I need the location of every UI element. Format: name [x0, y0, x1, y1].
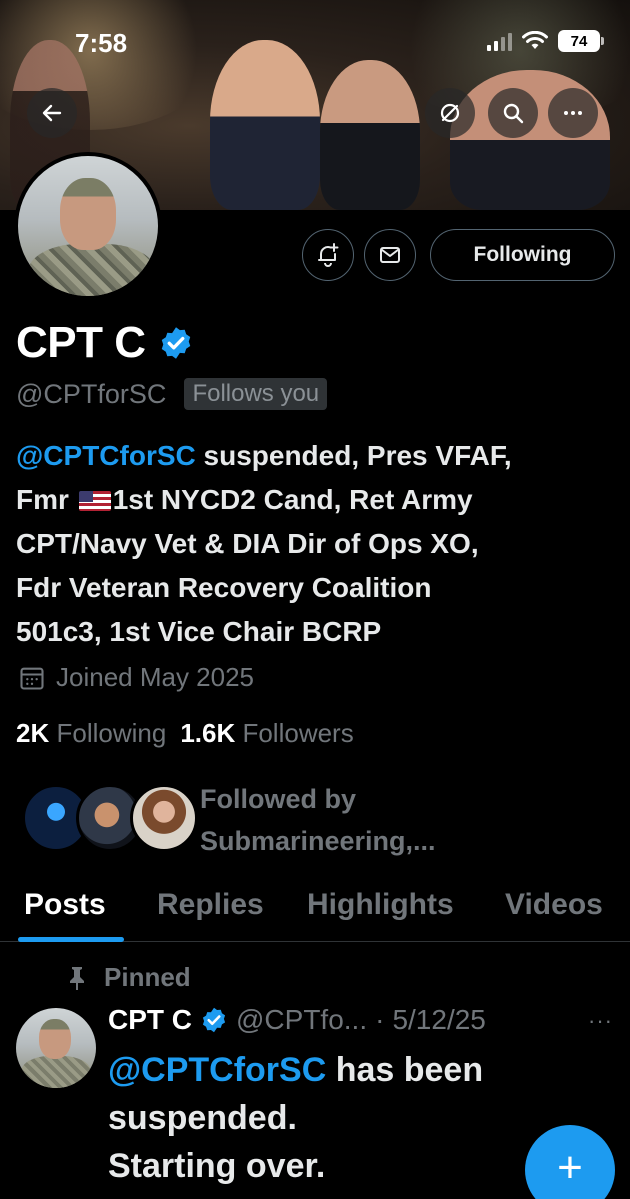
profile-name: CPT C	[16, 318, 146, 367]
joined-text: Joined May 2025	[56, 662, 255, 692]
post-header: CPT C @CPTfo... · 5/12/25	[108, 1004, 486, 1036]
bio-text: Fdr Veteran Recovery Coalition	[16, 572, 432, 603]
profile-name-row: CPT C	[16, 318, 194, 368]
post-body-text: Starting over.	[108, 1147, 326, 1185]
bio-text: Fmr	[16, 484, 77, 515]
following-count: 2K	[16, 718, 50, 748]
following-button[interactable]: Following	[430, 229, 615, 281]
bio-text: CPT/Navy Vet & DIA Dir of Ops XO,	[16, 528, 479, 559]
grok-button[interactable]	[425, 88, 475, 138]
following-label: Following	[56, 718, 167, 748]
pinned-label-row: Pinned	[66, 962, 191, 993]
post-date[interactable]: 5/12/25	[392, 1004, 485, 1036]
followed-by-text: Followed by Submarineering,...	[200, 784, 436, 856]
followers-count-link[interactable]: 1.6K Followers	[180, 718, 353, 749]
pin-icon	[70, 966, 84, 990]
tab-highlights[interactable]: Highlights	[307, 888, 454, 922]
bio-text: 501c3, 1st Vice Chair BCRP	[16, 616, 382, 647]
post-author-avatar[interactable]	[16, 1008, 96, 1088]
plus-icon: +	[557, 1143, 583, 1192]
followed-by[interactable]: Followed by Submarineering,...	[22, 776, 622, 866]
profile-bio: @CPTCforSC suspended, Pres VFAF, Fmr 1st…	[16, 434, 616, 654]
joined-date: Joined May 2025	[18, 662, 254, 693]
profile-handle: @CPTforSC	[16, 378, 167, 409]
more-options-button[interactable]	[548, 88, 598, 138]
active-tab-indicator	[18, 937, 124, 942]
compose-post-button[interactable]: +	[525, 1125, 615, 1199]
message-button[interactable]	[364, 229, 416, 281]
post-more-button[interactable]: ···	[588, 1008, 613, 1034]
following-count-link[interactable]: 2K Following	[16, 718, 166, 749]
follows-you-badge: Follows you	[184, 378, 328, 410]
pinned-text: Pinned	[104, 962, 191, 992]
calendar-icon	[20, 667, 44, 690]
tab-replies[interactable]: Replies	[157, 888, 264, 922]
followers-count: 1.6K	[180, 718, 236, 748]
post-text: @CPTCforSC has been suspended. Starting …	[108, 1046, 528, 1190]
bio-text: 1st NYCD2 Cand, Ret Army	[112, 484, 473, 515]
separator-dot: ·	[375, 1004, 385, 1035]
follower-avatar	[130, 784, 198, 852]
more-horizontal-icon	[564, 111, 582, 115]
post-mention-link[interactable]: @CPTCforSC	[108, 1051, 326, 1089]
slash-circle-icon	[440, 103, 460, 123]
bell-plus-icon	[318, 243, 339, 267]
followers-label: Followers	[242, 718, 354, 748]
tab-videos[interactable]: Videos	[505, 888, 603, 922]
search-icon	[503, 103, 524, 124]
notifications-button[interactable]	[302, 229, 354, 281]
handle-row: @CPTforSC Follows you	[16, 378, 328, 410]
search-button[interactable]	[488, 88, 538, 138]
tab-posts[interactable]: Posts	[24, 888, 106, 922]
battery-icon: 74	[558, 30, 604, 52]
status-bar: 7:58 74	[0, 22, 630, 62]
wifi-icon	[522, 31, 548, 49]
arrow-left-icon	[42, 104, 62, 122]
profile-avatar[interactable]	[14, 152, 162, 300]
bio-text: suspended, Pres VFAF,	[195, 440, 512, 471]
status-time: 7:58	[75, 28, 128, 58]
verified-badge-icon[interactable]	[158, 325, 194, 361]
cellular-signal-icon	[487, 31, 512, 51]
verified-badge-icon	[202, 1007, 226, 1033]
us-flag-icon	[78, 491, 111, 511]
follow-counts: 2K Following 1.6K Followers	[16, 718, 354, 749]
bio-mention-link[interactable]: @CPTCforSC	[16, 440, 196, 471]
post-author-handle[interactable]: @CPTfo...	[236, 1004, 367, 1036]
post-author-name[interactable]: CPT C	[108, 1004, 192, 1036]
profile-tabs: Posts Replies Highlights Videos	[0, 884, 630, 942]
back-button[interactable]	[27, 88, 77, 138]
envelope-icon	[380, 247, 400, 263]
